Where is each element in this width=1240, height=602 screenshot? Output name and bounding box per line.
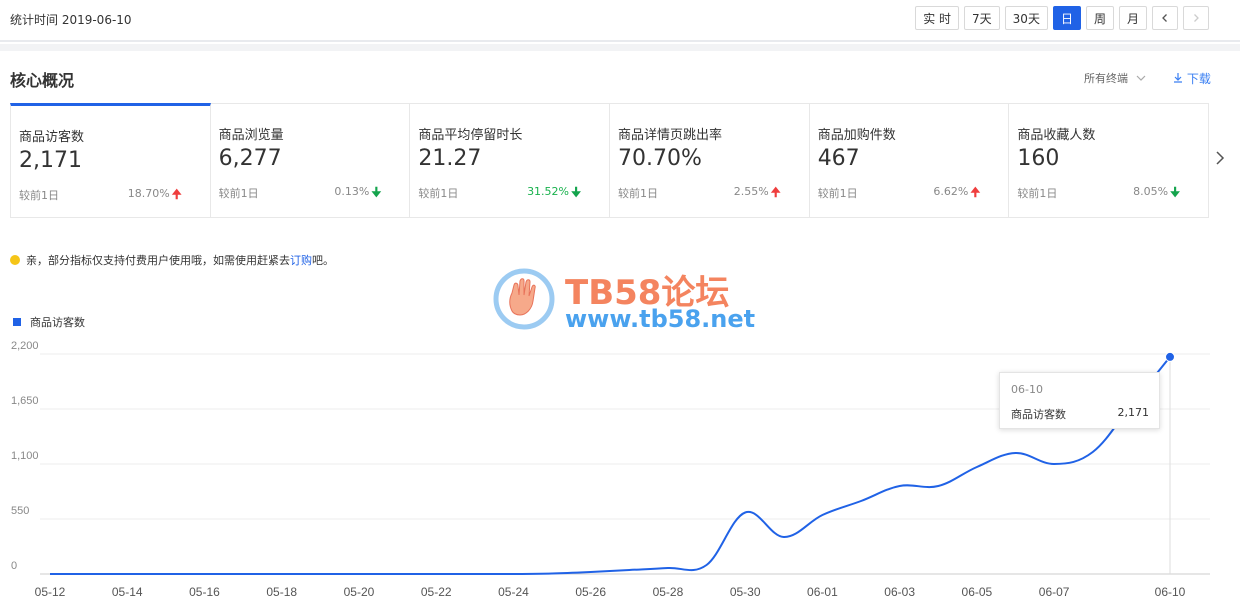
x-tick-label: 05-28 — [653, 585, 684, 599]
arrow-up-icon: 🠉 — [171, 187, 182, 201]
arrow-up-icon: 🠉 — [970, 185, 981, 199]
x-tick-label: 06-07 — [1039, 585, 1070, 599]
x-tick-label: 05-20 — [344, 585, 375, 599]
legend-label: 商品访客数 — [30, 316, 85, 329]
chart-legend[interactable]: 商品访客数 — [13, 314, 85, 330]
notice-text-end: 吧。 — [312, 254, 334, 267]
data-point-highlight — [1165, 351, 1175, 362]
y-tick-label: 1,100 — [11, 450, 39, 462]
order-link[interactable]: 订购 — [290, 252, 312, 268]
watermark-url: www.tb58.net — [565, 305, 756, 333]
metric-label: 商品平均停留时长 — [418, 128, 523, 143]
metric-cards: 商品访客数 2,171 较前1日 18.70% 🠉 商品浏览量 6,277 较前… — [10, 103, 1210, 218]
metric-card-cart-adds[interactable]: 商品加购件数 467 较前1日 6.62% 🠉 — [809, 103, 1010, 218]
x-tick-label: 05-12 — [35, 585, 66, 599]
metric-change: 8.05% — [1133, 185, 1169, 198]
prev-date-button[interactable] — [1152, 6, 1178, 30]
metric-label: 商品加购件数 — [817, 128, 896, 143]
paid-notice: 亲，部分指标仅支持付费用户使用哦，如需使用赶紧去 订购 吧。 — [10, 252, 334, 268]
metric-card-favorites[interactable]: 商品收藏人数 160 较前1日 8.05% 🠋 — [1009, 103, 1210, 218]
metric-value: 160 — [1017, 146, 1060, 171]
arrow-down-icon: 🠋 — [1170, 185, 1181, 199]
notice-text: 亲，部分指标仅支持付费用户使用哦，如需使用赶紧去 — [26, 254, 290, 267]
y-tick-label: 0 — [11, 560, 17, 572]
metric-compare-label: 较前1日 — [19, 189, 59, 202]
range-day-button[interactable]: 日 — [1052, 6, 1081, 30]
range-realtime-button[interactable]: 实 时 — [915, 6, 960, 30]
metric-change: 0.13% — [334, 185, 370, 198]
range-week-button[interactable]: 周 — [1085, 6, 1114, 30]
x-tick-label: 05-18 — [266, 585, 297, 599]
cards-next-button[interactable] — [1215, 150, 1225, 171]
metric-change: 6.62% — [933, 185, 969, 198]
visitors-line-chart[interactable]: 0 550 1,100 1,650 2,200 05-12 05-14 05-16 05-18 0… — [0, 330, 1240, 602]
x-tick-label: 06-01 — [807, 585, 838, 599]
watermark: TB58论坛 www.tb58.net — [492, 265, 756, 335]
terminal-select-label: 所有终端 — [1084, 72, 1128, 85]
tooltip-date: 06-10 — [1011, 383, 1043, 396]
arrow-down-icon: 🠋 — [571, 185, 582, 199]
notice-dot-icon — [10, 255, 20, 265]
metric-value: 70.70% — [618, 146, 702, 171]
y-tick-label: 2,200 — [11, 340, 39, 352]
metric-label: 商品浏览量 — [218, 128, 284, 143]
metric-value: 6,277 — [218, 146, 282, 171]
x-tick-label: 05-26 — [575, 585, 606, 599]
arrow-up-icon: 🠉 — [770, 185, 781, 199]
chevron-left-icon — [1162, 14, 1167, 22]
x-tick-label: 06-10 — [1155, 585, 1186, 599]
metric-card-avg-stay[interactable]: 商品平均停留时长 21.27 较前1日 31.52% 🠋 — [410, 103, 611, 218]
chevron-right-icon — [1216, 151, 1225, 165]
metric-value: 467 — [817, 146, 860, 171]
chart-tooltip: 06-10 商品访客数 2,171 — [999, 372, 1160, 429]
metric-compare-label: 较前1日 — [218, 187, 259, 200]
metric-change: 31.52% — [527, 185, 570, 198]
x-tick-label: 06-03 — [884, 585, 915, 599]
metric-card-bounce-rate[interactable]: 商品详情页跳出率 70.70% 较前1日 2.55% 🠉 — [610, 103, 810, 218]
metric-compare-label: 较前1日 — [1017, 187, 1058, 200]
hand-logo-icon — [493, 268, 555, 330]
metric-change: 2.55% — [733, 185, 769, 198]
download-label: 下载 — [1186, 72, 1211, 86]
metric-label: 商品访客数 — [19, 130, 85, 145]
metric-compare-label: 较前1日 — [618, 187, 659, 200]
section-divider — [0, 44, 1240, 51]
y-tick-label: 1,650 — [11, 395, 39, 407]
legend-swatch — [13, 318, 21, 326]
terminal-select[interactable]: 所有终端 — [1084, 70, 1146, 86]
y-tick-label: 550 — [11, 505, 29, 517]
x-tick-label: 06-05 — [962, 585, 993, 599]
download-link[interactable]: 下载 — [1173, 70, 1211, 87]
x-tick-label: 05-14 — [112, 585, 143, 599]
metric-compare-label: 较前1日 — [418, 187, 459, 200]
x-tick-label: 05-24 — [498, 585, 529, 599]
metric-card-pageviews[interactable]: 商品浏览量 6,277 较前1日 0.13% 🠋 — [210, 103, 411, 218]
x-tick-label: 05-16 — [189, 585, 220, 599]
chevron-down-icon — [1136, 75, 1145, 81]
chevron-right-icon — [1194, 14, 1199, 22]
section-title: 核心概况 — [10, 71, 75, 90]
stat-time: 统计时间 2019-06-10 — [10, 13, 132, 27]
x-tick-label: 05-22 — [421, 585, 452, 599]
metric-card-visitors[interactable]: 商品访客数 2,171 较前1日 18.70% 🠉 — [10, 103, 211, 218]
metric-compare-label: 较前1日 — [817, 187, 858, 200]
arrow-down-icon: 🠋 — [371, 185, 382, 199]
next-date-button[interactable] — [1183, 6, 1209, 30]
range-30d-button[interactable]: 30天 — [1004, 6, 1048, 30]
range-7d-button[interactable]: 7天 — [964, 6, 1000, 30]
range-month-button[interactable]: 月 — [1118, 6, 1147, 30]
x-tick-label: 05-30 — [730, 585, 761, 599]
range-button-group: 实 时 7天 30天 日 周 月 — [915, 6, 1209, 30]
metric-value: 2,171 — [19, 148, 82, 173]
metric-label: 商品详情页跳出率 — [618, 128, 723, 143]
metric-value: 21.27 — [418, 146, 482, 171]
metric-change: 18.70% — [127, 187, 170, 200]
tooltip-series: 商品访客数 — [1011, 408, 1066, 421]
download-icon — [1174, 73, 1182, 83]
tooltip-value: 2,171 — [1117, 406, 1150, 419]
top-bar: 统计时间 2019-06-10 实 时 7天 30天 日 周 月 — [0, 0, 1240, 42]
metric-label: 商品收藏人数 — [1017, 128, 1096, 143]
